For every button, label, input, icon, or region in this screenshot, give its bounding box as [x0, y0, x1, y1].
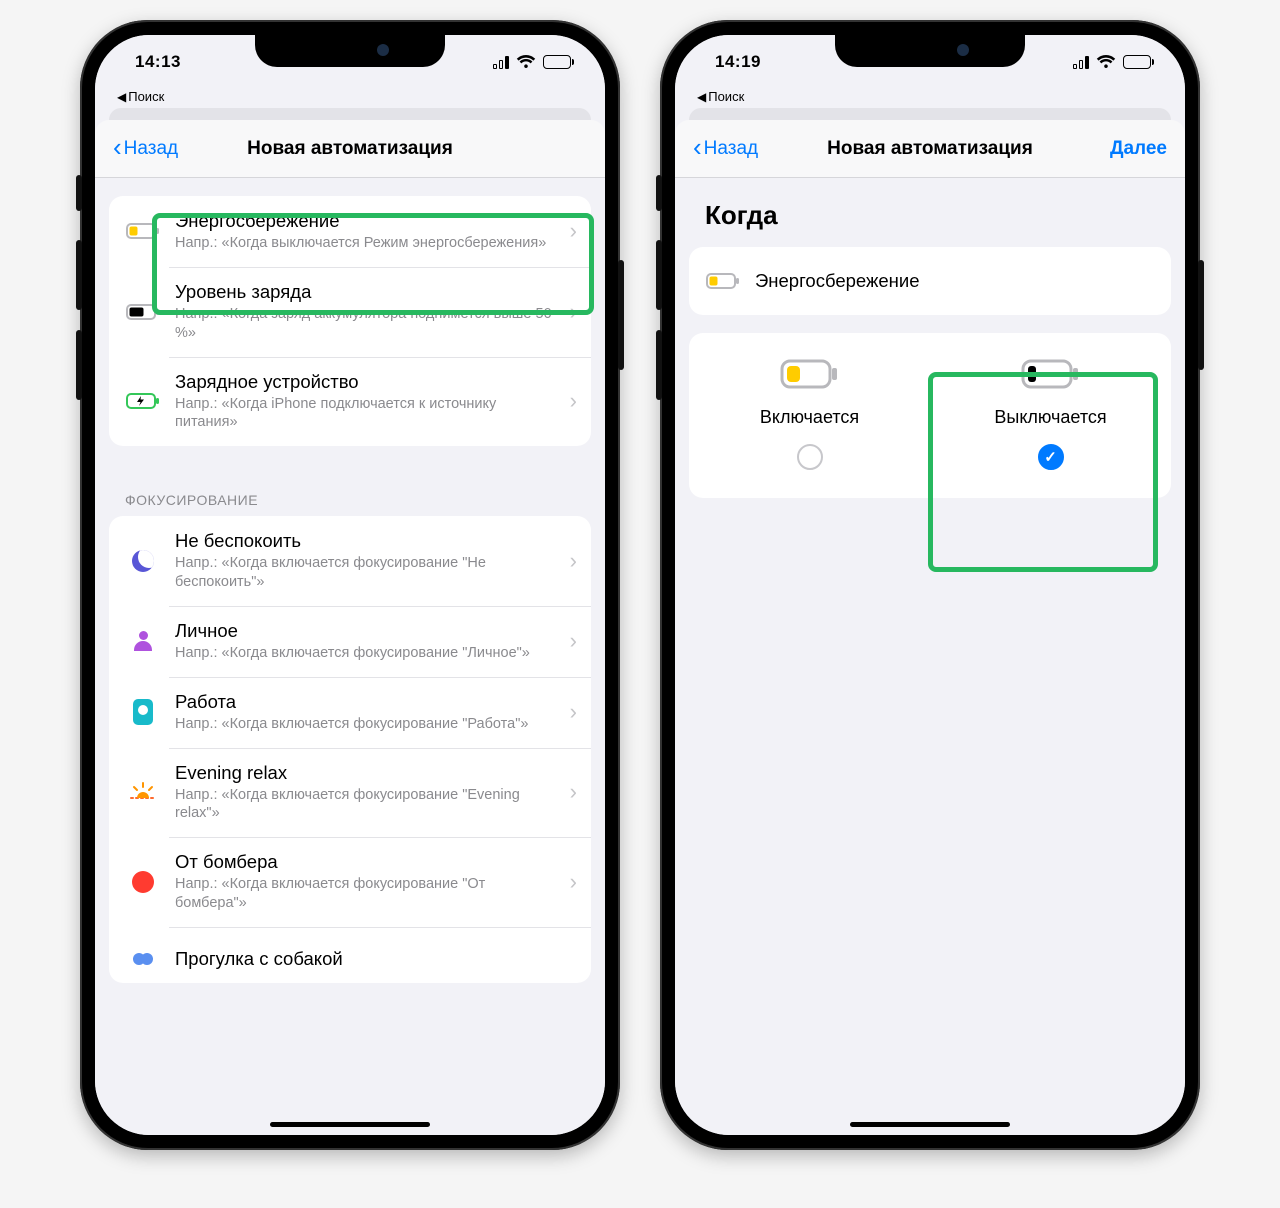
- chevron-right-icon: ›: [570, 628, 577, 654]
- row-walk[interactable]: Прогулка с собакой: [109, 927, 591, 983]
- selected-trigger: Энергосбережение: [689, 247, 1171, 315]
- status-time: 14:19: [715, 52, 761, 72]
- row-battery-level[interactable]: Уровень зарядаНапр.: «Когда заряд аккуму…: [109, 267, 591, 357]
- row-personal[interactable]: ЛичноеНапр.: «Когда включается фокусиров…: [109, 606, 591, 677]
- row-charger[interactable]: Зарядное устройствоНапр.: «Когда iPhone …: [109, 357, 591, 447]
- moon-icon: [125, 543, 161, 579]
- row-work[interactable]: РаботаНапр.: «Когда включается фокусиров…: [109, 677, 591, 748]
- badge-icon: [125, 694, 161, 730]
- person-icon: [125, 623, 161, 659]
- sunset-icon: [125, 774, 161, 810]
- chevron-right-icon: ›: [570, 388, 577, 414]
- notch: [255, 35, 445, 67]
- row-dnd[interactable]: Не беспокоитьНапр.: «Когда включается фо…: [109, 516, 591, 606]
- volume-down[interactable]: [656, 330, 662, 400]
- mute-switch[interactable]: [76, 175, 82, 211]
- battery-icon: [1123, 55, 1151, 69]
- red-dot-icon: [125, 864, 161, 900]
- battery-level-icon: [125, 294, 161, 330]
- choice-off[interactable]: Выключается: [930, 357, 1171, 470]
- chevron-right-icon: ›: [570, 779, 577, 805]
- volume-up[interactable]: [656, 240, 662, 310]
- wifi-icon: [516, 54, 536, 70]
- phone-left: 14:13 ◀Поиск ‹Назад Новая автоматизация …: [80, 20, 620, 1150]
- chevron-right-icon: ›: [570, 548, 577, 574]
- chevron-right-icon: ›: [570, 699, 577, 725]
- battery-icon: [543, 55, 571, 69]
- nav-back[interactable]: ‹Назад: [693, 136, 758, 162]
- home-indicator[interactable]: [850, 1122, 1010, 1127]
- chevron-right-icon: ›: [570, 869, 577, 895]
- phone-right: 14:19 ◀Поиск ‹Назад Новая автоматизация …: [660, 20, 1200, 1150]
- row-bomber[interactable]: От бомбераНапр.: «Когда включается фокус…: [109, 837, 591, 927]
- signal-icon: [493, 55, 509, 69]
- radio-unchecked[interactable]: [797, 444, 823, 470]
- nav-back[interactable]: ‹Назад: [113, 136, 178, 162]
- people-icon: [125, 941, 161, 977]
- chevron-right-icon: ›: [570, 299, 577, 325]
- power-button[interactable]: [618, 260, 624, 370]
- breadcrumb[interactable]: ◀Поиск: [675, 89, 1185, 108]
- status-time: 14:13: [135, 52, 181, 72]
- low-power-icon: [705, 263, 741, 299]
- row-evening[interactable]: Evening relaxНапр.: «Когда включается фо…: [109, 748, 591, 838]
- battery-off-icon: [1021, 357, 1081, 391]
- volume-up[interactable]: [76, 240, 82, 310]
- section-title: Когда: [675, 178, 1185, 237]
- choice-on[interactable]: Включается: [689, 357, 930, 470]
- nav-bar: ‹Назад Новая автоматизация Далее: [675, 120, 1185, 178]
- signal-icon: [1073, 55, 1089, 69]
- nav-bar: ‹Назад Новая автоматизация: [95, 120, 605, 178]
- home-indicator[interactable]: [270, 1122, 430, 1127]
- battery-on-icon: [780, 357, 840, 391]
- nav-next[interactable]: Далее: [1110, 138, 1167, 160]
- mute-switch[interactable]: [656, 175, 662, 211]
- low-power-icon: [125, 213, 161, 249]
- row-low-power[interactable]: ЭнергосбережениеНапр.: «Когда выключаетс…: [109, 196, 591, 267]
- notch: [835, 35, 1025, 67]
- chevron-right-icon: ›: [570, 218, 577, 244]
- wifi-icon: [1096, 54, 1116, 70]
- breadcrumb[interactable]: ◀Поиск: [95, 89, 605, 108]
- volume-down[interactable]: [76, 330, 82, 400]
- charger-icon: [125, 383, 161, 419]
- focus-header: ФОКУСИРОВАНИЕ: [95, 464, 605, 516]
- power-button[interactable]: [1198, 260, 1204, 370]
- radio-checked[interactable]: [1038, 444, 1064, 470]
